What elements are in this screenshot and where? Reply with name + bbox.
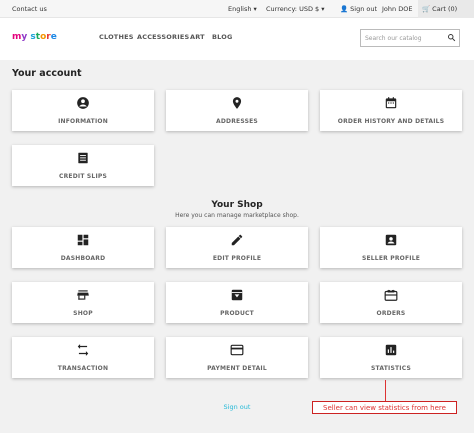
store-logo[interactable]: my store [12,32,57,42]
tile-orders[interactable]: ORDERS [320,282,462,323]
shop-title: Your Shop [211,200,263,210]
tile-credit-slips[interactable]: CREDIT SLIPS [12,145,154,186]
currency-selector[interactable]: Currency: USD $ ▾ [266,5,325,13]
contact-us-link[interactable]: Contact us [12,5,47,13]
tile-label: INFORMATION [58,118,108,125]
nav-art[interactable]: ART [190,33,205,41]
bar-chart-icon [320,343,462,357]
nav-accessories[interactable]: ACCESSORIES [137,33,189,41]
receipt-icon [12,151,154,165]
top-bar: Contact us English ▾ Currency: USD $ ▾ 👤… [0,0,474,18]
calendar-icon [320,96,462,110]
header: my store CLOTHES ACCESSORIES ART BLOG Se… [0,18,474,60]
nav-blog[interactable]: BLOG [212,33,233,41]
tile-label: ORDER HISTORY AND DETAILS [337,118,445,125]
account-title: Your account [12,68,82,79]
shop-subtitle: Here you can manage marketplace shop. [175,212,299,219]
tile-payment-detail[interactable]: PAYMENT DETAIL [166,337,308,378]
tile-information[interactable]: INFORMATION [12,90,154,131]
tile-label: TRANSACTION [57,365,109,372]
cart-button[interactable]: 🛒 Cart (0) [418,0,474,18]
tile-label: STATISTICS [371,365,411,372]
contact-card-icon [320,233,462,247]
swap-arrows-icon [12,343,154,357]
cart-icon: 🛒 [422,5,431,13]
tile-transaction[interactable]: TRANSACTION [12,337,154,378]
tile-shop[interactable]: SHOP [12,282,154,323]
gift-card-icon [320,288,462,302]
user-name[interactable]: John DOE [382,5,412,13]
tile-statistics[interactable]: STATISTICS [320,337,462,378]
tile-label: CREDIT SLIPS [58,173,107,180]
tile-label: PAYMENT DETAIL [207,365,267,372]
tile-label: ORDERS [376,310,406,317]
search-input[interactable]: Search our catalog [360,29,460,47]
tile-addresses[interactable]: ADDRESSES [166,90,308,131]
tile-edit-profile[interactable]: EDIT PROFILE [166,227,308,268]
tile-label: SELLER PROFILE [361,255,421,262]
sign-out-link[interactable]: 👤 Sign out [340,5,377,13]
store-icon [12,288,154,302]
credit-card-icon [166,343,308,357]
search-icon[interactable] [447,33,456,44]
tile-order-history[interactable]: ORDER HISTORY AND DETAILS [320,90,462,131]
sign-out-label: Sign out [350,5,378,13]
annotation-pointer [385,380,386,401]
language-selector[interactable]: English ▾ [228,5,257,13]
cart-label: Cart (0) [432,5,458,13]
tile-seller-profile[interactable]: SELLER PROFILE [320,227,462,268]
pencil-icon [166,233,308,247]
user-icon: 👤 [340,5,349,13]
archive-box-icon [166,288,308,302]
dashboard-icon [12,233,154,247]
tile-product[interactable]: PRODUCT [166,282,308,323]
nav-clothes[interactable]: CLOTHES [99,33,134,41]
tile-label: EDIT PROFILE [212,255,262,262]
tile-dashboard[interactable]: DASHBOARD [12,227,154,268]
search-placeholder: Search our catalog [365,35,422,42]
annotation-callout: Seller can view statistics from here [312,401,457,414]
tile-label: DASHBOARD [60,255,106,262]
account-circle-icon [12,96,154,110]
location-pin-icon [166,96,308,110]
tile-label: SHOP [73,310,93,317]
tile-label: ADDRESSES [216,118,258,125]
tile-label: PRODUCT [220,310,254,317]
